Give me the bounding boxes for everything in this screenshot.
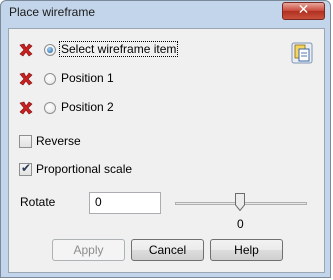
invalid-status-icon <box>19 101 33 115</box>
rotate-slider-thumb[interactable] <box>235 193 245 211</box>
check-icon: ✔ <box>21 161 32 175</box>
rotate-slider-value: 0 <box>237 217 244 231</box>
close-icon: ✕ <box>297 2 310 18</box>
proportional-scale-checkbox[interactable]: ✔ <box>19 161 32 176</box>
help-button[interactable]: Help <box>210 239 283 261</box>
position-2-label[interactable]: Position 2 <box>61 100 114 114</box>
window-title: Place wireframe <box>9 5 96 19</box>
apply-button[interactable]: Apply <box>52 239 125 261</box>
dialog-window: Place wireframe ✕ Select wireframe item … <box>0 0 331 278</box>
select-wireframe-radio[interactable] <box>44 44 56 56</box>
title-bar[interactable]: Place wireframe ✕ <box>1 1 330 23</box>
cancel-button[interactable]: Cancel <box>131 239 204 261</box>
proportional-scale-label[interactable]: Proportional scale <box>36 162 132 176</box>
reverse-label[interactable]: Reverse <box>36 134 81 148</box>
position-1-radio[interactable] <box>44 73 56 85</box>
position-2-radio[interactable] <box>44 102 56 114</box>
rotate-label: Rotate <box>20 195 56 209</box>
position-1-label[interactable]: Position 1 <box>61 71 114 85</box>
dialog-body: Select wireframe item Position 1 Positio… <box>8 28 325 273</box>
reverse-checkbox[interactable] <box>19 135 32 148</box>
select-wireframe-label[interactable]: Select wireframe item <box>58 41 179 57</box>
rotate-input[interactable]: 0 <box>89 192 161 214</box>
invalid-status-icon <box>19 43 33 57</box>
close-button[interactable]: ✕ <box>282 2 325 20</box>
paste-clipboard-icon[interactable] <box>291 42 313 64</box>
invalid-status-icon <box>19 72 33 86</box>
